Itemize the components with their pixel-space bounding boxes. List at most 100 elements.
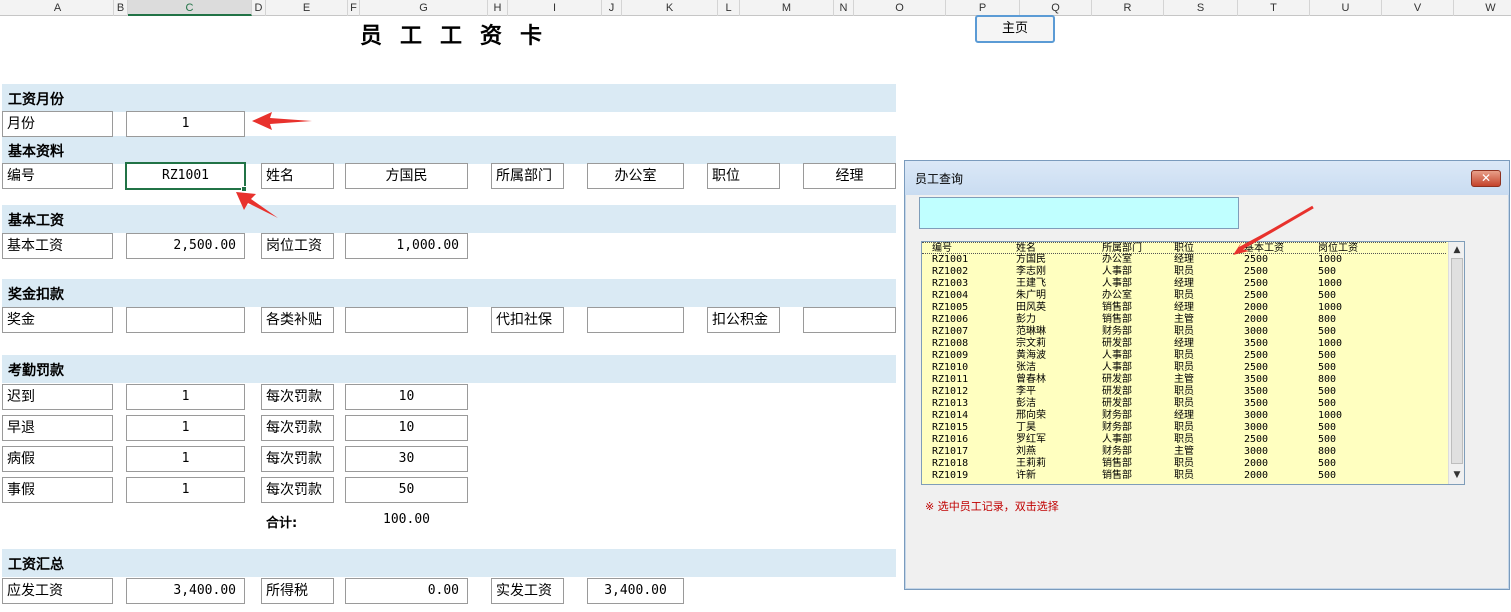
listbox-scrollbar[interactable]: ▲ ▼ <box>1448 242 1464 484</box>
column-header-m[interactable]: M <box>740 0 834 16</box>
fine-value-personal[interactable]: 50 <box>345 477 468 503</box>
fine-value-sick[interactable]: 30 <box>345 446 468 472</box>
fine-value-late[interactable]: 10 <box>345 384 468 410</box>
list-cell: 田风英 <box>1016 302 1046 313</box>
list-item[interactable]: RZ1004 朱广明 办公室 职员 2500 500 <box>922 290 1446 302</box>
column-header-g[interactable]: G <box>360 0 488 16</box>
employee-id-cell[interactable]: RZ1001 <box>125 162 246 190</box>
total-value: 100.00 <box>383 512 430 527</box>
scroll-up-icon[interactable]: ▲ <box>1450 243 1464 257</box>
column-header-d[interactable]: D <box>252 0 266 16</box>
list-item[interactable]: RZ1017 刘燕 财务部 主管 3000 800 <box>922 446 1446 458</box>
column-header-l[interactable]: L <box>718 0 740 16</box>
list-item[interactable]: RZ1016 罗红军 人事部 职员 2500 500 <box>922 434 1446 446</box>
column-header-h[interactable]: H <box>488 0 508 16</box>
list-item[interactable]: RZ1007 范琳琳 财务部 职员 3000 500 <box>922 326 1446 338</box>
list-item[interactable]: RZ1003 王建飞 人事部 经理 2500 1000 <box>922 278 1446 290</box>
list-item[interactable]: RZ1005 田风英 销售部 经理 2000 1000 <box>922 302 1446 314</box>
column-header-u[interactable]: U <box>1310 0 1382 16</box>
list-cell: 王莉莉 <box>1016 458 1046 469</box>
dept-value[interactable]: 办公室 <box>587 163 684 189</box>
page-title: 员工工资卡 <box>360 24 561 49</box>
list-item[interactable]: RZ1019 许新 销售部 职员 2000 500 <box>922 470 1446 482</box>
column-header-n[interactable]: N <box>834 0 854 16</box>
column-header-j[interactable]: J <box>602 0 622 16</box>
list-cell: 人事部 <box>1102 362 1132 373</box>
income-tax-value[interactable]: 0.00 <box>345 578 468 604</box>
list-cell: 经理 <box>1174 254 1194 265</box>
column-header-f[interactable]: F <box>348 0 360 16</box>
list-cell: 500 <box>1318 434 1337 445</box>
column-header-a[interactable]: A <box>2 0 114 16</box>
list-cell: RZ1016 <box>932 434 969 445</box>
list-cell: 邢向荣 <box>1016 410 1046 421</box>
column-header-w[interactable]: W <box>1454 0 1511 16</box>
list-cell: RZ1012 <box>932 386 969 397</box>
section-attendance-label: 考勤罚款 <box>8 363 64 379</box>
list-cell: 经理 <box>1174 410 1194 421</box>
dialog-title-bar[interactable]: 员工查询 <box>905 161 1509 195</box>
column-header-q[interactable]: Q <box>1020 0 1092 16</box>
gross-salary-value[interactable]: 3,400.00 <box>126 578 245 604</box>
column-header-k[interactable]: K <box>622 0 718 16</box>
column-header-c[interactable]: C <box>128 0 252 16</box>
column-header-t[interactable]: T <box>1238 0 1310 16</box>
search-input[interactable] <box>919 197 1239 229</box>
attendance-count-sick[interactable]: 1 <box>126 446 245 472</box>
list-item[interactable]: RZ1012 李平 研发部 职员 3500 500 <box>922 386 1446 398</box>
column-header-r[interactable]: R <box>1092 0 1164 16</box>
list-cell: 3000 <box>1244 422 1269 433</box>
list-cell: 500 <box>1318 326 1337 337</box>
base-salary-value[interactable]: 2,500.00 <box>126 233 245 259</box>
column-header-p[interactable]: P <box>946 0 1020 16</box>
close-icon[interactable]: ✕ <box>1471 170 1501 187</box>
position-value[interactable]: 经理 <box>803 163 896 189</box>
list-cell: 职员 <box>1174 350 1194 361</box>
attendance-count-personal[interactable]: 1 <box>126 477 245 503</box>
list-item[interactable]: RZ1015 丁昊 财务部 职员 3000 500 <box>922 422 1446 434</box>
bonus-value[interactable] <box>126 307 245 333</box>
list-item[interactable]: RZ1018 王莉莉 销售部 职员 2000 500 <box>922 458 1446 470</box>
list-item[interactable]: RZ1013 彭洁 研发部 职员 3500 500 <box>922 398 1446 410</box>
list-item[interactable]: RZ1014 邢向荣 财务部 经理 3000 1000 <box>922 410 1446 422</box>
list-item[interactable]: RZ1008 宗文莉 研发部 经理 3500 1000 <box>922 338 1446 350</box>
fine-value-early[interactable]: 10 <box>345 415 468 441</box>
gross-salary-label: 应发工资 <box>2 578 113 604</box>
list-cell: RZ1018 <box>932 458 969 469</box>
name-value[interactable]: 方国民 <box>345 163 468 189</box>
social-security-value[interactable] <box>587 307 684 333</box>
column-header-o[interactable]: O <box>854 0 946 16</box>
column-header-s[interactable]: S <box>1164 0 1238 16</box>
attendance-count-late[interactable]: 1 <box>126 384 245 410</box>
list-header-row[interactable]: 编号 姓名 所属部门 职位 基本工资 岗位工资 <box>922 242 1446 254</box>
home-button[interactable]: 主页 <box>975 15 1055 43</box>
list-cell: 方国民 <box>1016 254 1046 265</box>
list-item[interactable]: RZ1001 方国民 办公室 经理 2500 1000 <box>922 254 1446 266</box>
list-cell: 2500 <box>1244 278 1269 289</box>
housing-fund-value[interactable] <box>803 307 896 333</box>
dept-label: 所属部门 <box>491 163 564 189</box>
list-item[interactable]: RZ1010 张洁 人事部 职员 2500 500 <box>922 362 1446 374</box>
income-tax-label: 所得税 <box>261 578 334 604</box>
list-item[interactable]: RZ1011 曾春林 研发部 主管 3500 800 <box>922 374 1446 386</box>
employee-listbox[interactable]: 编号 姓名 所属部门 职位 基本工资 岗位工资 RZ1001 方国民 办公室 经理 2500 1000… <box>921 241 1465 485</box>
column-header-e[interactable]: E <box>266 0 348 16</box>
net-salary-value[interactable]: 3,400.00 <box>587 578 684 604</box>
list-cell: RZ1004 <box>932 290 969 301</box>
section-summary: 工资汇总 <box>2 549 896 577</box>
post-salary-value[interactable]: 1,000.00 <box>345 233 468 259</box>
list-item[interactable]: RZ1006 彭力 销售部 主管 2000 800 <box>922 314 1446 326</box>
list-cell: 3000 <box>1244 410 1269 421</box>
list-item[interactable]: RZ1002 李志刚 人事部 职员 2500 500 <box>922 266 1446 278</box>
scroll-thumb[interactable] <box>1451 258 1463 464</box>
scroll-down-icon[interactable]: ▼ <box>1450 468 1464 482</box>
column-header-v[interactable]: V <box>1382 0 1454 16</box>
allowance-value[interactable] <box>345 307 468 333</box>
month-input[interactable]: 1 <box>126 111 245 137</box>
list-cell: 销售部 <box>1102 314 1132 325</box>
column-header-i[interactable]: I <box>508 0 602 16</box>
list-item[interactable]: RZ1009 黄海波 人事部 职员 2500 500 <box>922 350 1446 362</box>
column-header-b[interactable]: B <box>114 0 128 16</box>
list-cell: 销售部 <box>1102 458 1132 469</box>
attendance-count-early[interactable]: 1 <box>126 415 245 441</box>
